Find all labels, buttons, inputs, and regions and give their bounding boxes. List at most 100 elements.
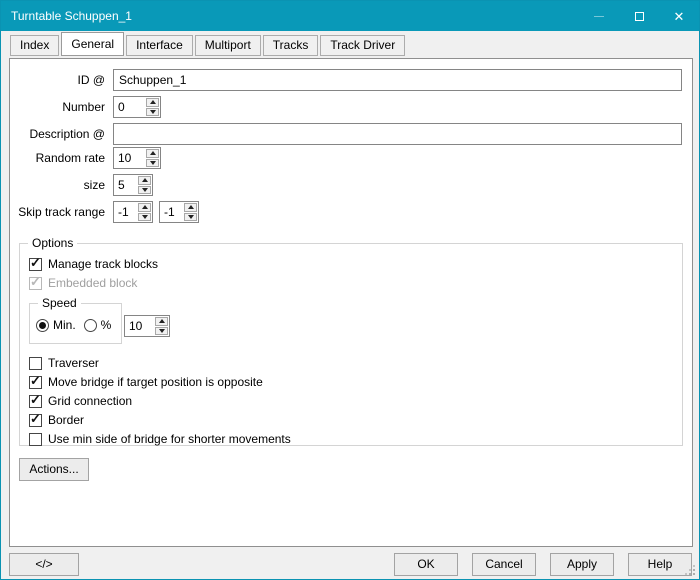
number-spinner[interactable]: 0 — [113, 96, 161, 118]
down-arrow-icon — [150, 110, 156, 114]
up-arrow-icon — [150, 151, 156, 155]
turntable-properties-dialog: Turntable Schuppen_1 ✕ Index General Int… — [0, 0, 700, 580]
embedded-block-label: Embedded block — [48, 276, 137, 290]
tab-bar: Index General Interface Multiport Tracks… — [10, 32, 407, 56]
size-spinner[interactable]: 5 — [113, 174, 153, 196]
skip-track-from-spinner[interactable]: -1 — [113, 201, 153, 223]
move-bridge-checkbox-row[interactable]: ✓ Move bridge if target position is oppo… — [29, 374, 263, 390]
spin-down-button[interactable] — [155, 327, 168, 336]
size-label: size — [10, 174, 105, 196]
down-arrow-icon — [188, 215, 194, 219]
maximize-button[interactable] — [619, 1, 659, 31]
checkmark-icon: ✓ — [30, 274, 41, 290]
down-arrow-icon — [142, 215, 148, 219]
general-tab-panel: ID @ Number 0 Description @ Random rate … — [9, 58, 693, 547]
move-bridge-label: Move bridge if target position is opposi… — [48, 375, 263, 389]
up-arrow-icon — [150, 100, 156, 104]
checkbox-icon: ✓ — [29, 277, 42, 290]
down-arrow-icon — [150, 161, 156, 165]
number-label: Number — [10, 96, 105, 118]
down-arrow-icon — [142, 188, 148, 192]
size-spinner-value: 5 — [114, 175, 137, 195]
apply-button[interactable]: Apply — [550, 553, 614, 576]
checkmark-icon: ✓ — [30, 373, 41, 389]
actions-button[interactable]: Actions... — [19, 458, 89, 481]
skip-track-from-buttons — [137, 202, 152, 222]
random-rate-label: Random rate — [10, 147, 105, 169]
tab-track-driver[interactable]: Track Driver — [320, 35, 405, 56]
use-min-side-checkbox-row[interactable]: Use min side of bridge for shorter movem… — [29, 431, 291, 447]
tab-tracks[interactable]: Tracks — [263, 35, 319, 56]
skip-track-to-buttons — [183, 202, 198, 222]
close-icon: ✕ — [674, 10, 685, 23]
checkmark-icon: ✓ — [30, 411, 41, 427]
up-arrow-icon — [142, 178, 148, 182]
skip-track-range-label: Skip track range — [10, 201, 105, 223]
size-spinner-buttons — [137, 175, 152, 195]
description-input[interactable] — [113, 123, 682, 145]
window-controls: ✕ — [579, 1, 699, 31]
minimize-button — [579, 1, 619, 31]
minimize-icon — [594, 16, 604, 17]
spin-down-button[interactable] — [138, 186, 151, 195]
checkmark-icon: ✓ — [30, 392, 41, 408]
random-rate-spinner[interactable]: 10 — [113, 147, 161, 169]
options-groupbox: Options — [19, 243, 683, 446]
tab-interface[interactable]: Interface — [126, 35, 193, 56]
speed-percent-radio[interactable] — [84, 319, 97, 332]
tab-general[interactable]: General — [61, 32, 124, 56]
ok-button[interactable]: OK — [394, 553, 458, 576]
spin-down-button[interactable] — [146, 159, 159, 168]
checkbox-icon[interactable] — [29, 433, 42, 446]
spin-up-button[interactable] — [184, 203, 197, 212]
spin-up-button[interactable] — [138, 176, 151, 185]
checkbox-icon[interactable] — [29, 357, 42, 370]
titlebar[interactable]: Turntable Schuppen_1 ✕ — [1, 1, 699, 31]
speed-percent-label: % — [101, 318, 112, 332]
number-spinner-buttons — [145, 97, 160, 117]
traverser-label: Traverser — [48, 356, 99, 370]
speed-spinner[interactable]: 10 — [124, 315, 170, 337]
spin-down-button[interactable] — [138, 213, 151, 222]
checkbox-icon[interactable]: ✓ — [29, 414, 42, 427]
help-button[interactable]: Help — [628, 553, 692, 576]
grid-connection-checkbox-row[interactable]: ✓ Grid connection — [29, 393, 132, 409]
tab-index[interactable]: Index — [10, 35, 59, 56]
spin-down-button[interactable] — [146, 108, 159, 117]
close-button[interactable]: ✕ — [659, 1, 699, 31]
speed-spinner-value: 10 — [125, 316, 154, 336]
speed-min-radio[interactable] — [36, 319, 49, 332]
spin-up-button[interactable] — [138, 203, 151, 212]
use-min-side-label: Use min side of bridge for shorter movem… — [48, 432, 291, 446]
resize-grip[interactable] — [685, 565, 695, 575]
id-label: ID @ — [10, 69, 105, 91]
spin-up-button[interactable] — [146, 98, 159, 107]
checkbox-icon[interactable]: ✓ — [29, 395, 42, 408]
grid-connection-label: Grid connection — [48, 394, 132, 408]
border-checkbox-row[interactable]: ✓ Border — [29, 412, 84, 428]
traverser-checkbox-row[interactable]: Traverser — [29, 355, 99, 371]
spin-down-button[interactable] — [184, 213, 197, 222]
speed-spinner-buttons — [154, 316, 169, 336]
down-arrow-icon — [159, 329, 165, 333]
id-input[interactable] — [113, 69, 682, 91]
up-arrow-icon — [159, 319, 165, 323]
checkbox-icon[interactable]: ✓ — [29, 376, 42, 389]
random-rate-spinner-buttons — [145, 148, 160, 168]
speed-radio-group: Min. % — [36, 317, 111, 333]
tab-multiport[interactable]: Multiport — [195, 35, 261, 56]
skip-track-to-value: -1 — [160, 202, 183, 222]
skip-track-from-value: -1 — [114, 202, 137, 222]
spin-up-button[interactable] — [155, 317, 168, 326]
manage-track-blocks-label: Manage track blocks — [48, 257, 158, 271]
spin-up-button[interactable] — [146, 149, 159, 158]
description-label: Description @ — [10, 123, 105, 145]
manage-track-blocks-checkbox-row[interactable]: ✓ Manage track blocks — [29, 256, 158, 272]
up-arrow-icon — [188, 205, 194, 209]
checkbox-icon[interactable]: ✓ — [29, 258, 42, 271]
skip-track-to-spinner[interactable]: -1 — [159, 201, 199, 223]
random-rate-spinner-value: 10 — [114, 148, 145, 168]
embedded-block-checkbox-row: ✓ Embedded block — [29, 275, 137, 291]
xml-code-button[interactable]: </> — [9, 553, 79, 576]
cancel-button[interactable]: Cancel — [472, 553, 536, 576]
